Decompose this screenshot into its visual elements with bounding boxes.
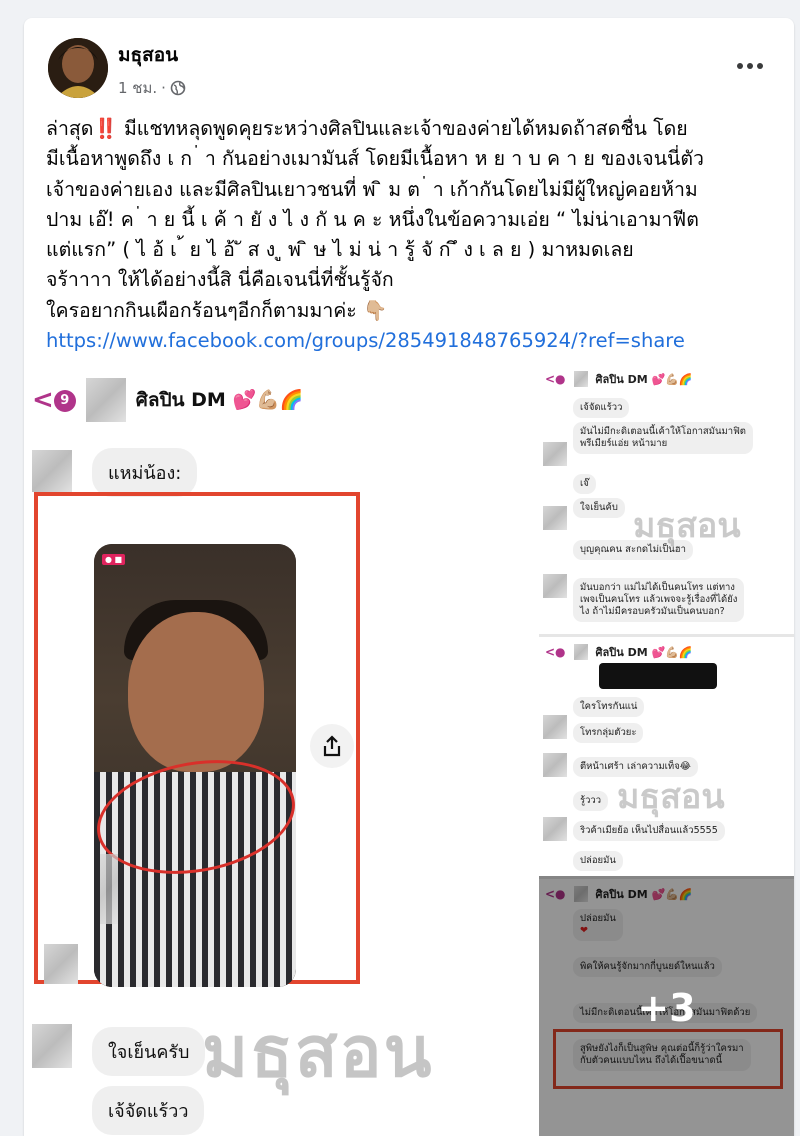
photo-column: <● ศิลปิน DM 💕💪🏼🌈 เจ้จัดแร้วว มันไม่มีกะ… [539, 364, 794, 1136]
chat-bubble: เจ๊ [573, 474, 596, 494]
back-icon: <● [545, 372, 566, 386]
post-time[interactable]: 1 ชม. [118, 76, 157, 100]
photo-main[interactable]: <9 ศิลปิน DM 💕💪🏼🌈 แหม่น้อง: ● ■ ใจเย็นคร… [24, 364, 537, 1136]
photo-thumb-1[interactable]: <● ศิลปิน DM 💕💪🏼🌈 เจ้จัดแร้วว มันไม่มีกะ… [539, 364, 794, 634]
blurred-avatar [32, 1024, 72, 1068]
more-photos-count[interactable]: +3 [539, 986, 794, 1030]
watermark-text: มธุสอน [617, 777, 725, 817]
double-exclamation-icon: ‼️ [93, 117, 118, 140]
chat-bubble: ปล่อยมัน [573, 851, 623, 871]
blurred-avatar [85, 378, 126, 422]
chat-bubble: ริวค้าเมียย้อ เห็นไปสื่อนแล้ว5555 [573, 821, 725, 841]
post-body: ล่าสุด‼️ มีแชทหลุดพูดคุยระหว่างศิลปินและ… [46, 114, 776, 356]
post-line: ปาม เอ๊! ค ่ า ย นี้ เ ค้ า ยั ง ไ ง กั … [46, 207, 699, 231]
chat-bubble: ใจเย็นครับ [92, 1027, 206, 1076]
chat-bubble: รู้ววว [573, 791, 609, 811]
back-icon: <● [545, 645, 566, 659]
chat-header: <9 ศิลปิน DM 💕💪🏼🌈 [32, 378, 303, 422]
chat-bubble: เจ้จัดแร้วว [573, 398, 630, 418]
post-line: ใครอยากกินเผือกร้อนๆอีกก็ตามมาค่ะ 👇🏼 [46, 298, 388, 322]
post-meta: 1 ชม. · [118, 76, 186, 100]
post-link[interactable]: https://www.facebook.com/groups/28549184… [46, 329, 685, 352]
post-line: จร้าาาา ให้ได้อย่างนี้สิ นี่คือเจนนี่ที่… [46, 268, 394, 292]
chat-bubble: เจ้จัดแร้วว [92, 1086, 205, 1135]
chat-bubble: มันไม่มีกะดิเตอนนี้เค้าให้โอกาสมันมาฟิตพ… [573, 422, 753, 454]
chat-bubble: มันบอกว่า แม่ไม่ได้เป็นคนโทร แต่ทาง เพจเป… [573, 578, 745, 622]
globe-icon[interactable] [170, 80, 186, 96]
watermark-text: มธุสอน [202, 1011, 434, 1093]
chat-bubble: ใจเย็นค้บ [573, 498, 625, 518]
chat-header: <● ศิลปิน DM 💕💪🏼🌈 [545, 371, 693, 387]
screenshot-phone: ● ■ [94, 544, 296, 987]
photo-thumb-2[interactable]: <● ศิลปิน DM 💕💪🏼🌈 ใครโทรกันแน่ โทรกลุ่มต… [539, 637, 794, 876]
chat-bubble: แหม่น้อง: [92, 448, 198, 497]
post-line: เจ้าของค่ายเอง และมีศิลปินเยาวชนที่ พ ิ … [46, 177, 698, 201]
live-badge-icon: ● ■ [102, 554, 126, 565]
watermark-text: มธุสอน [633, 506, 741, 546]
post-line: มีเนื้อหาพูดถึง เ ก ่ า กันอย่างเมามันส์… [46, 147, 704, 171]
blurred-avatar [32, 450, 72, 492]
shared-post-preview [599, 663, 717, 689]
blurred-avatar [44, 944, 78, 984]
blurred-comment [100, 854, 118, 924]
more-options-icon[interactable] [730, 52, 770, 80]
chat-bubble: โทรกลุ่มตัวยะ [573, 723, 644, 743]
chat-header: <● ศิลปิน DM 💕💪🏼🌈 [545, 644, 693, 660]
author-avatar[interactable] [48, 38, 108, 98]
share-icon[interactable] [310, 724, 354, 768]
meta-separator: · [161, 79, 166, 97]
photo-grid: <9 ศิลปิน DM 💕💪🏼🌈 แหม่น้อง: ● ■ ใจเย็นคร… [24, 364, 794, 1136]
facebook-post: มธุสอน 1 ชม. · ล่าสุด‼️ มีแชทหลุดพูดคุยร… [24, 18, 794, 1136]
author-name[interactable]: มธุสอน [118, 40, 178, 70]
chat-bubble: ใครโทรกันแน่ [573, 697, 645, 717]
back-icon: <9 [32, 385, 76, 415]
post-line: ล่าสุด‼️ มีแชทหลุดพูดคุยระหว่างศิลปินและ… [46, 117, 688, 140]
chat-title: ศิลปิน DM 💕💪🏼🌈 [135, 389, 304, 411]
post-line: แต่แรก” ( ไ อ้ เ ้ ย ไ อ้ ั ส ง ู พ ิ ษ … [46, 238, 634, 262]
person-face [128, 612, 264, 772]
